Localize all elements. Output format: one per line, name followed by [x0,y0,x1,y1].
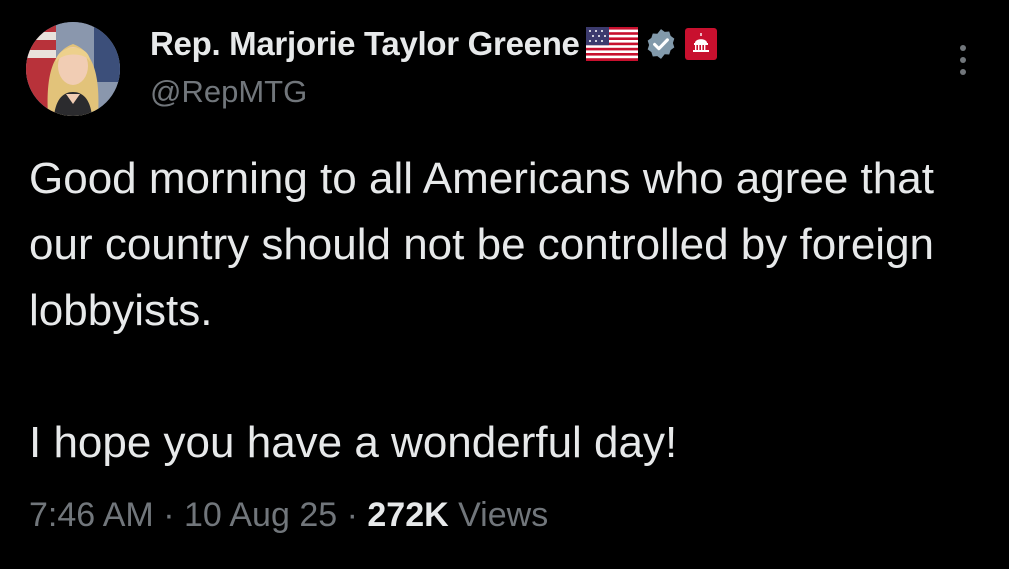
tweet-meta: 7:46 AM · 10 Aug 25 · 272K Views [29,496,548,535]
avatar-image [26,22,120,116]
more-options-icon[interactable] [948,40,978,80]
tweet-date[interactable]: 10 Aug 25 [184,496,337,534]
tweet-paragraph-1: Good morning to all Americans who agree … [29,154,935,335]
us-flag-icon [585,27,638,61]
author-handle[interactable]: @RepMTG [150,74,307,110]
tweet: Rep. Marjorie Taylor Greene @RepMTG Good… [0,0,1009,569]
capitol-badge-icon[interactable] [684,27,718,61]
views-count[interactable]: 272K [367,496,448,534]
views-label: Views [458,496,549,534]
tweet-paragraph-2: I hope you have a wonderful day! [29,418,678,467]
author-name-row: Rep. Marjorie Taylor Greene [150,22,718,66]
tweet-time[interactable]: 7:46 AM [29,496,154,534]
verified-badge-icon[interactable] [644,27,678,61]
tweet-text: Good morning to all Americans who agree … [29,146,979,476]
meta-separator: · [346,496,358,534]
author-display-name[interactable]: Rep. Marjorie Taylor Greene [150,25,580,63]
avatar[interactable] [26,22,120,116]
meta-separator: · [163,496,175,534]
